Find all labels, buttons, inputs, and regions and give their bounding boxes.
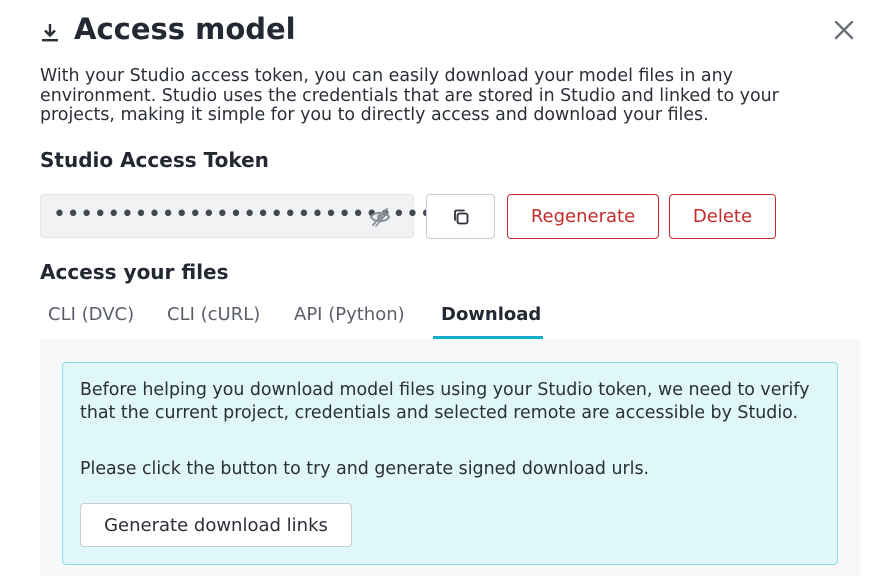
tab-cli-dvc[interactable]: CLI (DVC) xyxy=(40,301,142,339)
copy-icon xyxy=(453,209,468,224)
regenerate-button[interactable]: Regenerate xyxy=(507,194,659,239)
download-icon xyxy=(42,24,58,42)
info-text: Before helping you download model files … xyxy=(80,380,810,423)
generate-download-links-button[interactable]: Generate download links xyxy=(80,503,352,547)
eye-off-icon[interactable] xyxy=(369,206,391,228)
dialog-header: Access model xyxy=(40,10,858,52)
instruction-text: Please click the button to try and gener… xyxy=(80,459,650,479)
tab-cli-curl[interactable]: CLI (cURL) xyxy=(159,301,268,339)
dialog-description: With your Studio access token, you can e… xyxy=(40,66,779,125)
files-tabs: CLI (DVC) CLI (cURL) API (Python) Downlo… xyxy=(40,301,860,339)
tab-download[interactable]: Download xyxy=(433,301,543,339)
copy-token-button[interactable] xyxy=(426,194,495,239)
close-icon[interactable] xyxy=(830,16,858,44)
token-section-title: Studio Access Token xyxy=(40,148,269,172)
download-panel: Before helping you download model files … xyxy=(40,339,860,576)
tab-api-python[interactable]: API (Python) xyxy=(286,301,413,339)
info-alert: Before helping you download model files … xyxy=(62,362,838,565)
dialog-title: Access model xyxy=(74,12,296,46)
delete-button[interactable]: Delete xyxy=(669,194,776,239)
token-field[interactable]: •••••••••••••••••••••••••••• xyxy=(40,194,433,238)
files-section-title: Access your files xyxy=(40,260,229,284)
